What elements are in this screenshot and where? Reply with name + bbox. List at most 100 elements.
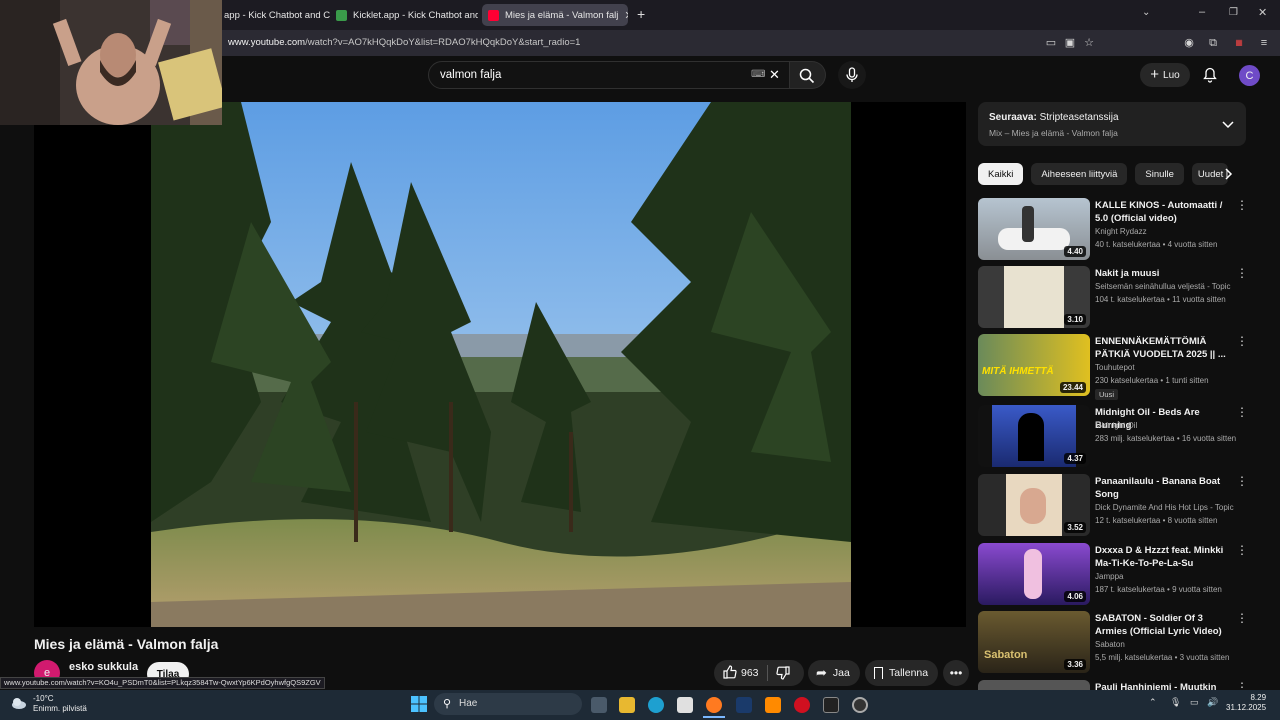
windows-start-icon[interactable] [411, 696, 427, 712]
recommendation-meta: 283 milj. katselukertaa • 16 vuotta sitt… [1095, 434, 1237, 443]
new-tab-button[interactable]: + [637, 6, 645, 22]
task-view-icon[interactable] [591, 697, 607, 713]
weather-icon[interactable] [10, 696, 28, 710]
recommendation-title: KALLE KINOS - Automaatti / 5.0 (Official… [1095, 200, 1223, 224]
recommendation-channel[interactable]: Dick Dynamite And His Hot Lips - Topic [1095, 503, 1234, 512]
recommendation-channel[interactable]: Knight Rydazz [1095, 227, 1147, 236]
recommendation-channel[interactable]: Sabaton [1095, 640, 1125, 649]
recommendation-item[interactable]: 3.52 Panaanilaulu - Banana Boat Song Dic… [978, 474, 1248, 536]
tab-list-icon[interactable]: ⌄ [1142, 7, 1150, 18]
like-button[interactable] [723, 665, 737, 682]
keyboard-icon[interactable]: ⌨ [751, 69, 765, 80]
video-thumbnail[interactable]: 3.10 [978, 266, 1090, 328]
close-window-button[interactable]: ✕ [1258, 6, 1267, 19]
video-thumbnail[interactable]: MITÄ IHMETTÄ 23.44 [978, 334, 1090, 396]
extension-badge-icon[interactable]: ▦ [1233, 37, 1245, 49]
chip-for-you[interactable]: Sinulle [1135, 163, 1184, 185]
up-next-card[interactable]: Seuraava: Stripteasetanssija Mix – Mies … [978, 102, 1246, 146]
notifications-button[interactable] [1203, 67, 1217, 88]
more-vertical-icon[interactable]: ⋮ [1236, 680, 1248, 690]
recommendation-title: Nakit ja muusi [1095, 268, 1160, 279]
search-input[interactable]: valmon falja ⌨ ✕ [428, 61, 790, 89]
recommendation-item[interactable]: 4.37 Midnight Oil - Beds Are Burning Mid… [978, 405, 1248, 467]
chips-next-button[interactable] [1225, 167, 1233, 185]
person-image [1022, 206, 1034, 242]
tab-youtube[interactable]: Mies ja elämä - Valmon falj ✕ [482, 4, 628, 26]
microphone-tray-icon[interactable]: 🎙 [1170, 697, 1181, 708]
tab-kick-chatbot[interactable]: app - Kick Chatbot and C ✕ [224, 4, 330, 26]
recommendation-item[interactable]: Pauli Hanhiniemi - Muutkin ⋮ [978, 680, 1248, 690]
tray-overflow-icon[interactable]: ⌃ [1149, 697, 1157, 708]
chip-new[interactable]: Uudet l [1191, 163, 1228, 185]
windows-taskbar [0, 690, 1280, 720]
recommendation-item[interactable]: 3.10 Nakit ja muusi Seitsemän seinähullu… [978, 266, 1248, 328]
url-text[interactable]: www.youtube.com/watch?v=AO7kHQqkDoY&list… [228, 37, 580, 48]
video-frame[interactable] [151, 102, 851, 627]
more-vertical-icon[interactable]: ⋮ [1236, 198, 1248, 212]
store-icon[interactable] [677, 697, 693, 713]
steam-icon[interactable] [736, 697, 752, 713]
recommendation-channel[interactable]: Jamppa [1095, 572, 1123, 581]
file-explorer-icon[interactable] [619, 697, 635, 713]
recommendation-channel[interactable]: Touhutepot [1095, 363, 1135, 372]
obs-icon[interactable] [852, 697, 868, 713]
recommendation-item[interactable]: 4.40 KALLE KINOS - Automaatti / 5.0 (Off… [978, 198, 1248, 260]
more-horizontal-icon: ••• [949, 666, 963, 680]
create-button[interactable]: + Luo [1140, 63, 1190, 87]
maximize-button[interactable]: ❐ [1229, 7, 1238, 18]
video-thumbnail[interactable]: 4.40 [978, 198, 1090, 260]
more-vertical-icon[interactable]: ⋮ [1236, 611, 1248, 625]
account-avatar[interactable]: C [1239, 65, 1260, 86]
taskbar-search[interactable]: ⚲ Hae [434, 693, 582, 715]
more-vertical-icon[interactable]: ⋮ [1236, 474, 1248, 488]
thumbs-down-icon [776, 666, 790, 680]
video-thumbnail[interactable]: 4.37 [978, 405, 1090, 467]
video-thumbnail[interactable]: 3.52 [978, 474, 1090, 536]
bookmark-star-icon[interactable]: ☆ [1083, 37, 1095, 49]
screenshot-icon[interactable]: ▣ [1064, 37, 1076, 49]
recommendation-item[interactable]: 4.06 Dxxxa D & Hzzzt feat. Minkki Ma-Ti-… [978, 543, 1248, 605]
recommendation-item[interactable]: Sabaton 3.36 SABATON - Soldier Of 3 Armi… [978, 611, 1248, 673]
extensions-icon[interactable]: ⧉ [1207, 37, 1219, 49]
clear-search-icon[interactable]: ✕ [769, 67, 780, 83]
network-icon[interactable]: ▭ [1190, 697, 1199, 708]
more-vertical-icon[interactable]: ⋮ [1236, 543, 1248, 557]
weather-widget[interactable]: -10°C Enimm. pilvistä [33, 694, 87, 714]
more-vertical-icon[interactable]: ⋮ [1236, 266, 1248, 280]
more-actions-button[interactable]: ••• [943, 660, 969, 686]
close-icon[interactable]: ✕ [624, 9, 628, 22]
more-vertical-icon[interactable]: ⋮ [1236, 405, 1248, 419]
volume-icon[interactable]: 🔊 [1207, 697, 1218, 708]
minimize-button[interactable]: – [1199, 6, 1205, 18]
edge-browser-icon[interactable] [648, 697, 664, 713]
video-thumbnail[interactable] [978, 680, 1090, 690]
terminal-icon[interactable] [823, 697, 839, 713]
menu-icon[interactable]: ≡ [1258, 37, 1270, 49]
voice-search-button[interactable] [838, 61, 866, 89]
recommendation-title: Pauli Hanhiniemi - Muutkin [1095, 682, 1217, 690]
thumbnail-text-image: MITÄ IHMETTÄ [982, 366, 1054, 377]
recommendation-item[interactable]: MITÄ IHMETTÄ 23.44 ENNENNÄKEMÄTTÖMIÄ PÄT… [978, 334, 1248, 400]
video-thumbnail[interactable]: Sabaton 3.36 [978, 611, 1090, 673]
date: 31.12.2025 [1226, 703, 1267, 712]
chip-related[interactable]: Aiheeseen liittyviä [1031, 163, 1128, 185]
opera-icon[interactable] [794, 697, 810, 713]
dislike-button[interactable] [776, 666, 790, 683]
more-vertical-icon[interactable]: ⋮ [1236, 334, 1248, 348]
taskbar-clock[interactable]: 8.29 31.12.2025 [1226, 693, 1266, 713]
save-button[interactable]: Tallenna [865, 660, 938, 686]
recommendation-channel[interactable]: Midnight Oil [1095, 421, 1137, 430]
channel-name[interactable]: esko sukkula [69, 661, 138, 673]
reader-mode-icon[interactable]: ▭ [1045, 37, 1057, 49]
search-button[interactable] [790, 61, 826, 89]
recommendation-channel[interactable]: Seitsemän seinähullua veljestä - Topic [1095, 282, 1230, 291]
firefox-icon[interactable] [706, 697, 722, 713]
account-icon[interactable]: ◉ [1183, 37, 1195, 49]
video-thumbnail[interactable]: 4.06 [978, 543, 1090, 605]
expand-button[interactable] [1222, 116, 1234, 134]
search-icon: ⚲ [443, 698, 452, 710]
chip-all[interactable]: Kaikki [978, 163, 1024, 185]
share-button[interactable]: ➦ Jaa [808, 660, 860, 686]
tab-kicklet[interactable]: Kicklet.app - Kick Chatbot and C ✕ [336, 4, 478, 26]
vlc-icon[interactable] [765, 697, 781, 713]
